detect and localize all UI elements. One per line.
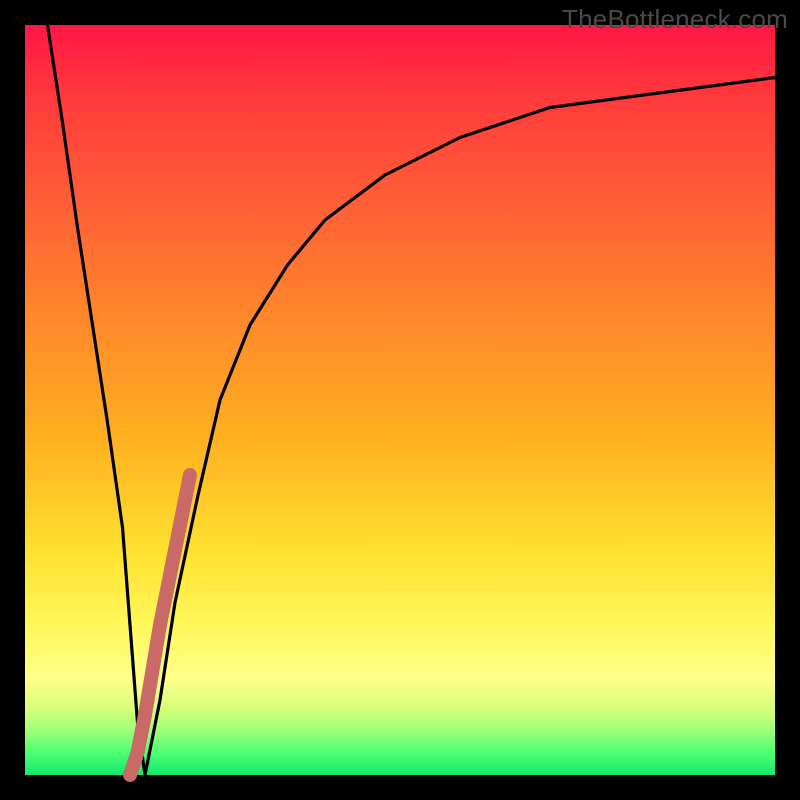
curve-layer — [0, 0, 800, 800]
chart-frame: TheBottleneck.com — [0, 0, 800, 800]
highlight-segment-path — [130, 475, 190, 775]
